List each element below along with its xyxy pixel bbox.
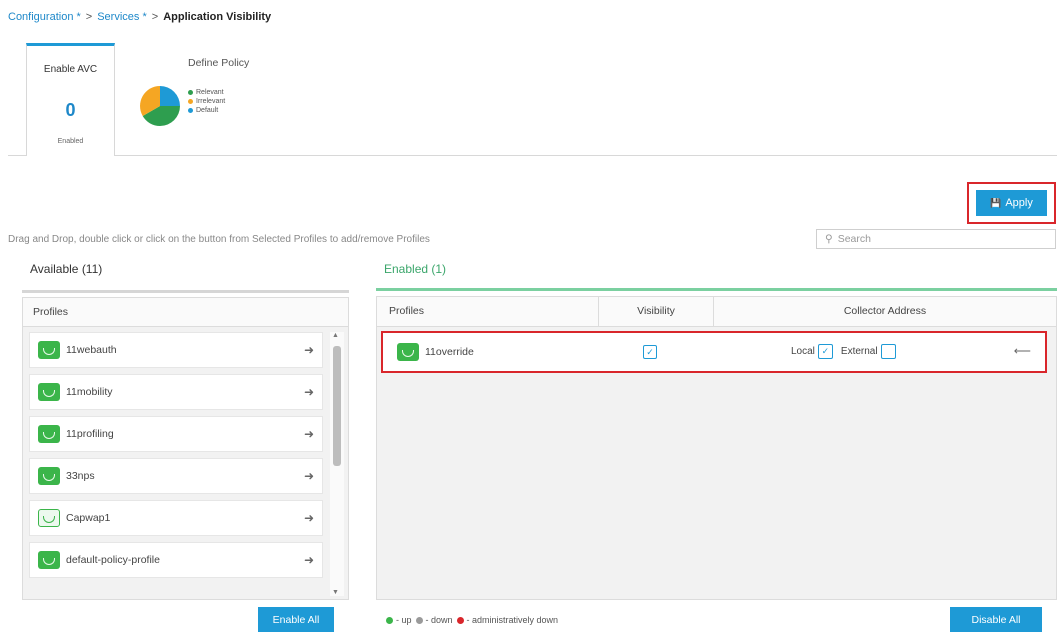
enabled-table-header: Profiles Visibility Collector Address (377, 297, 1056, 327)
move-right-arrow-icon[interactable]: ➜ (304, 343, 314, 357)
policy-profile-icon (397, 343, 419, 361)
policy-profile-icon (38, 425, 60, 443)
legend-relevant: Relevant (188, 88, 225, 97)
search-input[interactable] (837, 233, 1038, 245)
apply-button[interactable]: 💾 Apply (976, 190, 1047, 216)
policy-profile-outline-icon (38, 509, 60, 527)
status-up-label: - up (396, 615, 412, 625)
list-item[interactable]: 33nps ➜ (29, 458, 323, 494)
legend-irrelevant: Irrelevant (188, 97, 225, 106)
scroll-thumb[interactable] (333, 346, 341, 466)
enabled-panel: Profiles Visibility Collector Address 11… (376, 296, 1057, 600)
policy-legend: Relevant Irrelevant Default (188, 88, 225, 115)
policy-profile-icon (38, 551, 60, 569)
tab-enable-avc-title: Enable AVC (43, 64, 98, 75)
tab-enable-avc[interactable]: Enable AVC 0 Enabled (26, 43, 115, 156)
list-item[interactable]: Capwap1 ➜ (29, 500, 323, 536)
status-down-label: - down (425, 615, 453, 625)
column-collector-address: Collector Address (843, 305, 927, 317)
list-item[interactable]: 11webauth ➜ (29, 332, 323, 368)
available-list: 11webauth ➜ 11mobility ➜ 11profiling ➜ 3… (29, 332, 323, 584)
enabled-count-label: Enabled (57, 138, 84, 145)
profile-cell: 11override (383, 343, 611, 361)
scroll-up-icon[interactable]: ▲ (332, 332, 339, 339)
policy-profile-icon (38, 383, 60, 401)
enabled-divider (376, 288, 1057, 291)
external-label: External (840, 346, 878, 357)
available-divider (22, 290, 349, 293)
enable-all-button[interactable]: Enable All (258, 607, 334, 632)
policy-profile-icon (38, 341, 60, 359)
column-visibility: Visibility (599, 297, 714, 326)
list-item-label: 11profiling (66, 428, 114, 440)
available-column-profiles: Profiles (23, 298, 348, 327)
list-item[interactable]: 11mobility ➜ (29, 374, 323, 410)
move-right-arrow-icon[interactable]: ➜ (304, 427, 314, 441)
breadcrumb-separator: > (85, 11, 93, 23)
local-checkbox[interactable]: ✓ (817, 344, 833, 359)
move-left-arrow-icon[interactable]: ⟵ (1014, 344, 1031, 358)
checkmark-icon: ✓ (643, 345, 657, 359)
local-label: Local (791, 346, 815, 357)
collector-address-cell: Local ✓ External (791, 344, 904, 359)
breadcrumb: Configuration * > Services * > Applicati… (8, 11, 271, 23)
save-icon: 💾 (990, 197, 1002, 208)
visibility-checkbox[interactable]: ✓ (643, 345, 657, 359)
move-right-arrow-icon[interactable]: ➜ (304, 553, 314, 567)
list-item[interactable]: 11profiling ➜ (29, 416, 323, 452)
breadcrumb-services[interactable]: Services * (97, 11, 147, 23)
tab-define-policy[interactable]: Define Policy Relevant Irrelevant Defaul… (133, 57, 293, 137)
external-checkbox[interactable] (880, 344, 896, 359)
table-row[interactable]: 11override ✓ Local ✓ External ⟵ (381, 331, 1047, 373)
search-box[interactable]: ⚲ (816, 229, 1056, 249)
search-icon: ⚲ (825, 233, 833, 245)
enabled-header: Enabled (1) (384, 262, 447, 276)
list-item[interactable]: default-policy-profile ➜ (29, 542, 323, 578)
breadcrumb-separator: > (151, 11, 159, 23)
tab-define-policy-title: Define Policy (188, 57, 250, 69)
list-item-label: 11mobility (66, 386, 113, 398)
list-item-label: Capwap1 (66, 512, 111, 524)
status-down-dot (415, 616, 423, 624)
status-admin-down-dot (456, 616, 464, 624)
move-right-arrow-icon[interactable]: ➜ (304, 385, 314, 399)
profile-name: 11override (425, 346, 474, 358)
available-panel: Profiles 11webauth ➜ 11mobility ➜ 11prof… (22, 297, 349, 600)
available-header: Available (11) (30, 262, 103, 276)
instruction-text: Drag and Drop, double click or click on … (8, 234, 430, 245)
status-admin-down-label: - administratively down (466, 615, 559, 625)
list-item-label: 11webauth (66, 344, 117, 356)
available-scrollbar[interactable]: ▲ ▼ (330, 332, 344, 596)
move-right-arrow-icon[interactable]: ➜ (304, 511, 314, 525)
disable-all-button[interactable]: Disable All (950, 607, 1042, 632)
tab-strip: Enable AVC 0 Enabled Define Policy Relev… (8, 43, 1057, 156)
column-profiles: Profiles (377, 297, 599, 326)
apply-label: Apply (1005, 197, 1033, 209)
policy-profile-icon (38, 467, 60, 485)
legend-default: Default (188, 106, 225, 115)
status-legend: - up - down - administratively down (386, 615, 562, 625)
policy-pie-icon (140, 86, 180, 126)
scroll-down-icon[interactable]: ▼ (332, 589, 339, 596)
list-item-label: 33nps (66, 470, 95, 482)
list-item-label: default-policy-profile (66, 554, 160, 566)
status-up-dot (386, 616, 393, 624)
breadcrumb-current: Application Visibility (163, 11, 272, 23)
move-right-arrow-icon[interactable]: ➜ (304, 469, 314, 483)
enabled-count: 0 (65, 100, 76, 120)
breadcrumb-configuration[interactable]: Configuration * (8, 11, 81, 23)
